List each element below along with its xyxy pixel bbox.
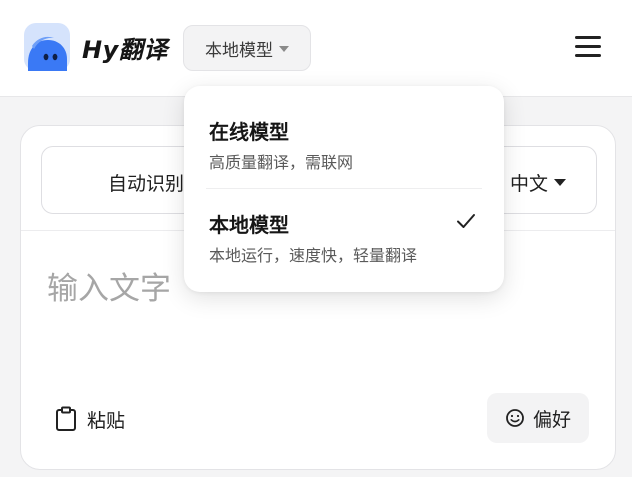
- model-dropdown-menu: 在线模型 高质量翻译，需联网 本地模型 本地运行，速度快，轻量翻译: [184, 86, 504, 292]
- check-icon: [457, 214, 475, 228]
- option-description: 高质量翻译，需联网: [209, 153, 354, 172]
- model-select-button[interactable]: 本地模型: [183, 25, 311, 71]
- target-language-button[interactable]: 中文: [510, 169, 567, 196]
- paste-button[interactable]: 粘贴: [55, 404, 125, 434]
- hamburger-menu-icon[interactable]: [575, 36, 601, 58]
- caret-down-icon: [554, 179, 567, 186]
- option-local-model[interactable]: 本地模型 本地运行，速度快，轻量翻译: [184, 190, 504, 282]
- app-page: Hy翻译 本地模型 自动识别 中文 粘贴: [0, 0, 632, 477]
- option-title: 在线模型: [209, 120, 289, 144]
- hy-cloud-logo-icon: [24, 23, 70, 71]
- option-online-model[interactable]: 在线模型 高质量翻译，需联网: [184, 86, 504, 178]
- app-header: Hy翻译 本地模型: [0, 0, 632, 97]
- dropdown-divider: [206, 188, 482, 189]
- target-language-label: 中文: [510, 173, 549, 195]
- caret-down-icon: [279, 46, 289, 52]
- preference-button[interactable]: 偏好: [487, 393, 589, 443]
- model-select-label: 本地模型: [205, 40, 273, 61]
- clipboard-icon: [56, 406, 76, 431]
- source-language-button[interactable]: 自动识别: [108, 169, 184, 196]
- preference-label: 偏好: [532, 408, 571, 431]
- app-name: Hy翻译: [82, 36, 168, 64]
- option-description: 本地运行，速度快，轻量翻译: [209, 246, 418, 265]
- option-title: 本地模型: [209, 213, 289, 237]
- paste-label: 粘贴: [87, 409, 126, 432]
- smiley-icon: [506, 409, 524, 427]
